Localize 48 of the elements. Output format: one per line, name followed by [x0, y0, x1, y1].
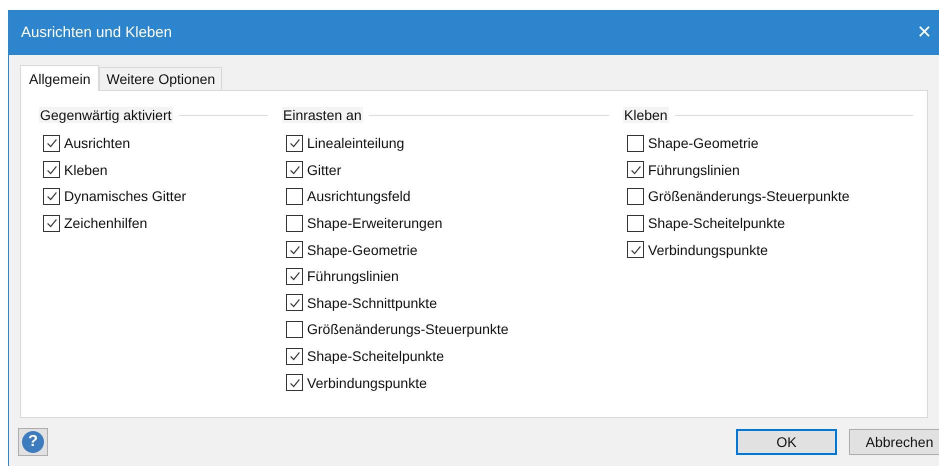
- checkbox[interactable]: [627, 214, 644, 232]
- window-title: Ausrichten und Kleben: [21, 24, 172, 41]
- help-button[interactable]: ?: [18, 428, 48, 456]
- group-heading: Kleben: [623, 107, 669, 123]
- checkbox[interactable]: [286, 348, 303, 365]
- checkbox-label[interactable]: Shape-Geometrie: [307, 242, 418, 258]
- checkbox-label[interactable]: Verbindungspunkte: [307, 374, 427, 391]
- checkbox[interactable]: [286, 374, 303, 392]
- checkbox[interactable]: [286, 320, 303, 338]
- checkbox-label[interactable]: Kleben: [64, 162, 108, 178]
- checkbox[interactable]: [627, 161, 644, 178]
- checkbox[interactable]: [43, 134, 60, 152]
- checkbox[interactable]: [286, 134, 303, 152]
- checkbox[interactable]: [286, 214, 303, 232]
- checkbox-label[interactable]: Shape-Geometrie: [648, 135, 759, 152]
- checkbox-label[interactable]: Ausrichtungsfeld: [307, 188, 411, 204]
- checkbox-label[interactable]: Ausrichten: [64, 135, 130, 152]
- group-heading: Gegenwärtig aktiviert: [39, 107, 173, 123]
- tab[interactable]: Allgemein: [20, 65, 100, 91]
- checkbox-label[interactable]: Gitter: [307, 162, 342, 178]
- ok-button[interactable]: OK: [736, 429, 837, 455]
- checkbox[interactable]: [627, 241, 644, 258]
- checkbox-label[interactable]: Größenänderungs-Steuerpunkte: [307, 321, 509, 338]
- checkbox[interactable]: [286, 188, 303, 205]
- checkbox[interactable]: [286, 241, 303, 258]
- checkbox-label[interactable]: Shape-Scheitelpunkte: [648, 215, 785, 232]
- checkbox[interactable]: [43, 161, 60, 178]
- checkbox-label[interactable]: Shape-Erweiterungen: [307, 215, 442, 232]
- checkbox[interactable]: [627, 134, 644, 152]
- checkbox[interactable]: [286, 268, 303, 285]
- checkbox-label[interactable]: Zeichenhilfen: [64, 215, 148, 232]
- cancel-button[interactable]: Abbrechen: [849, 429, 939, 455]
- checkbox[interactable]: [627, 188, 644, 205]
- checkbox[interactable]: [286, 161, 303, 178]
- checkbox-label[interactable]: Dynamisches Gitter: [64, 188, 186, 204]
- close-button[interactable]: ✕: [916, 22, 932, 43]
- checkbox-label[interactable]: Führungslinien: [648, 162, 740, 178]
- group-heading: Einrasten an: [282, 107, 363, 123]
- checkbox-label[interactable]: Führungslinien: [307, 268, 399, 284]
- checkbox-label[interactable]: Shape-Schnittpunkte: [307, 294, 437, 311]
- checkbox-label[interactable]: Linealeinteilung: [307, 135, 404, 152]
- checkbox-label[interactable]: Größenänderungs-Steuerpunkte: [648, 188, 850, 204]
- checkbox-label[interactable]: Shape-Scheitelpunkte: [307, 348, 444, 364]
- tab[interactable]: Weitere Optionen: [99, 67, 222, 90]
- checkbox[interactable]: [43, 188, 60, 205]
- checkbox[interactable]: [286, 294, 303, 312]
- checkbox-label[interactable]: Verbindungspunkte: [648, 242, 768, 258]
- checkbox[interactable]: [43, 214, 60, 232]
